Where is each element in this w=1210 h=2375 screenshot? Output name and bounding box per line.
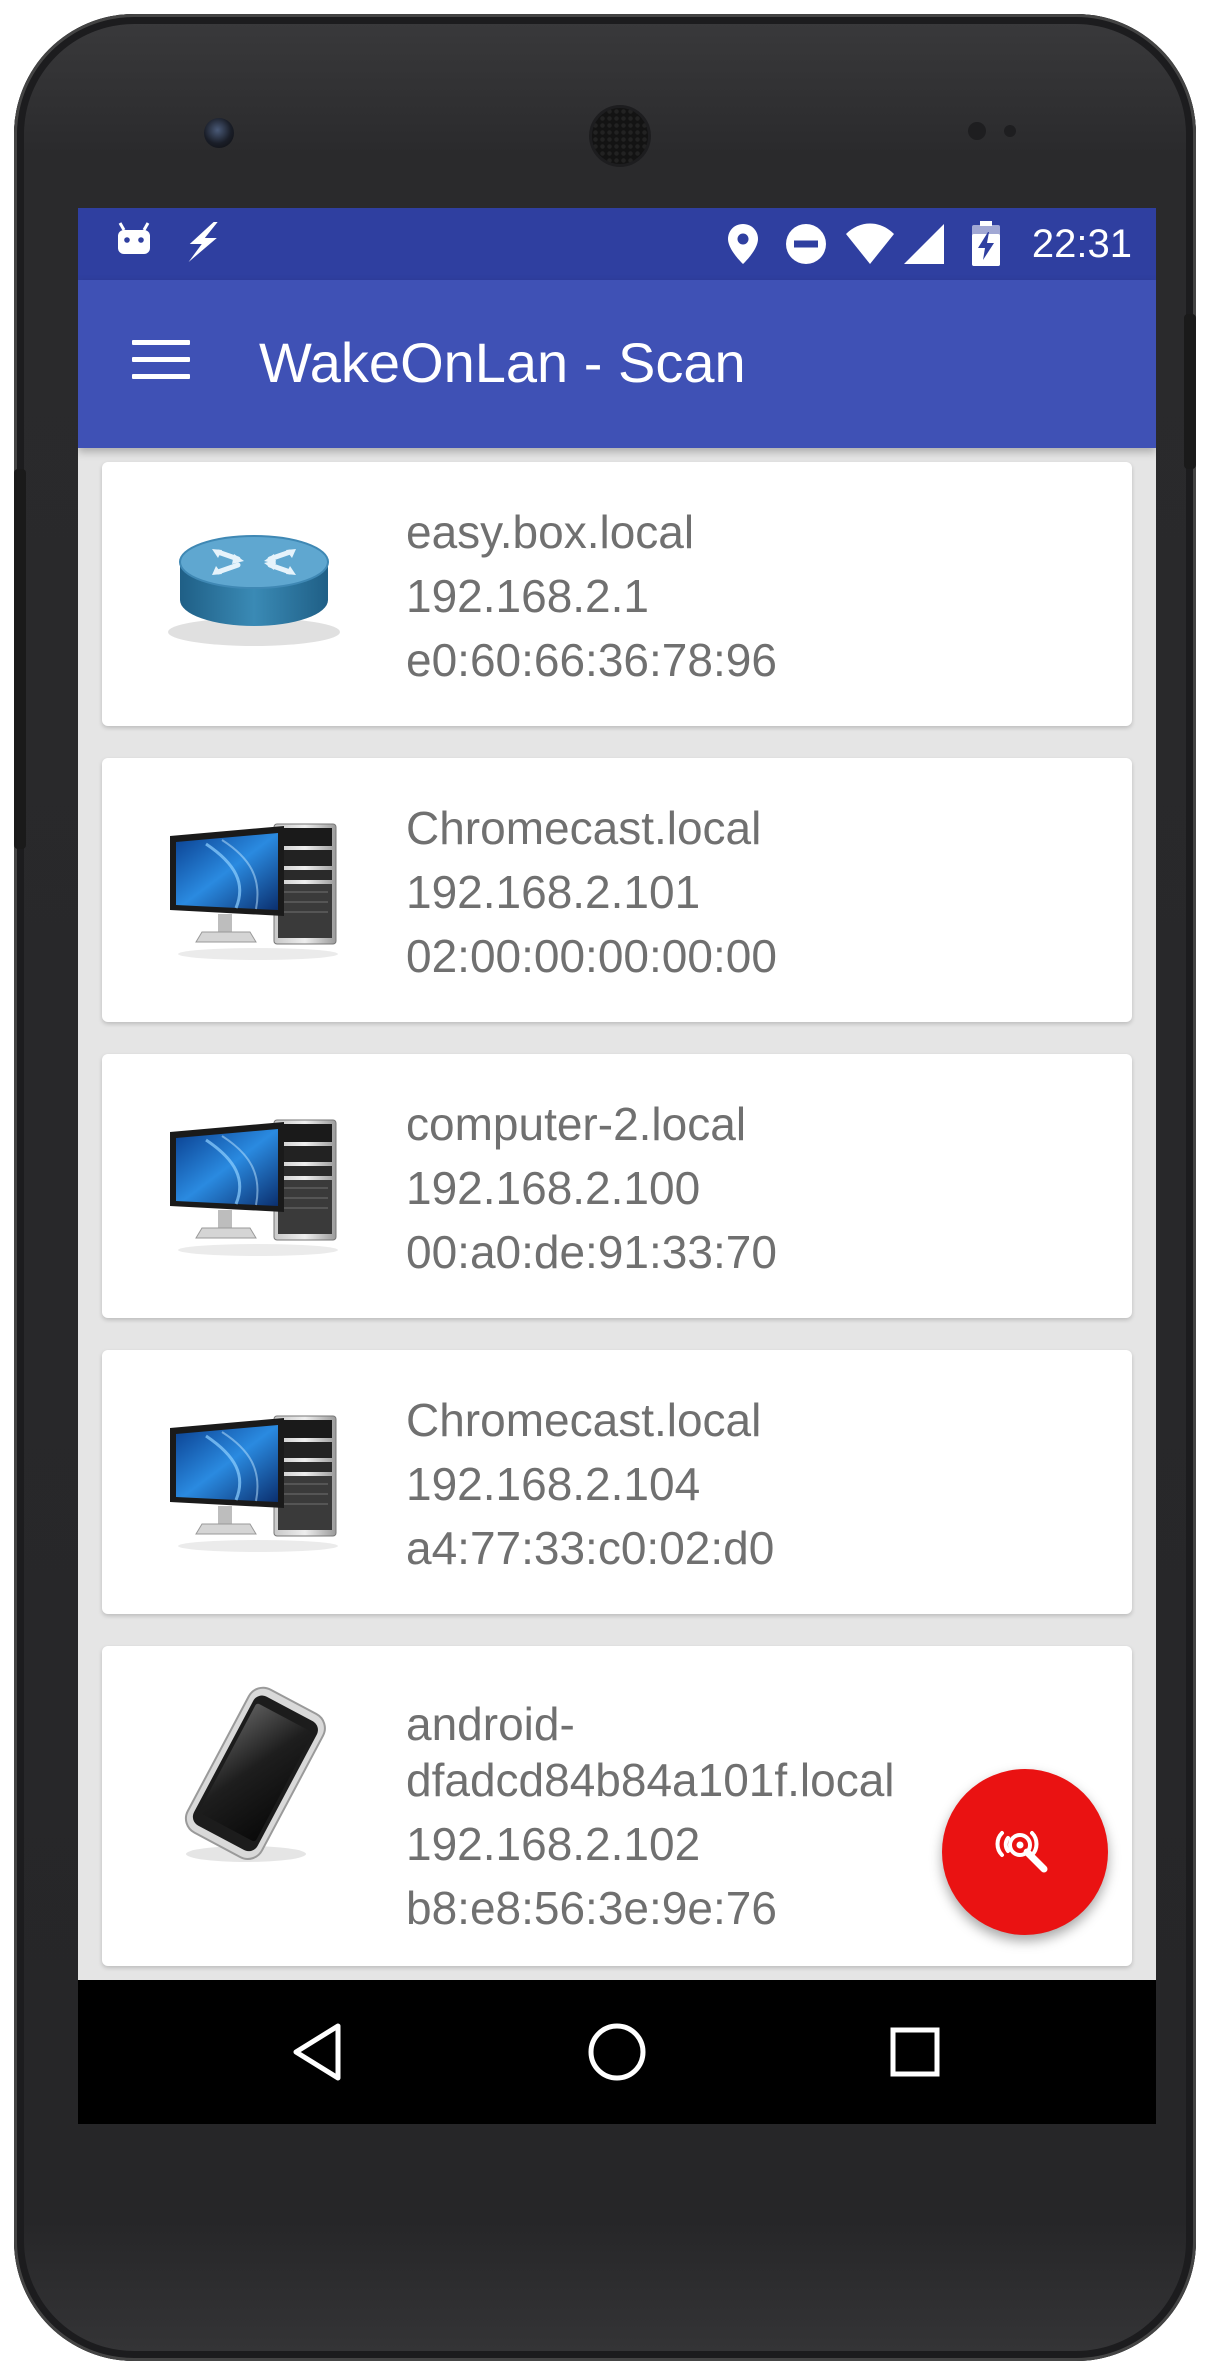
front-camera — [204, 118, 234, 148]
app-title: WakeOnLan - Scan — [259, 331, 746, 394]
light-sensor — [1004, 125, 1016, 137]
computer-icon — [168, 822, 340, 962]
device-card[interactable]: Chromecast.local 192.168.2.104 a4:77:33:… — [102, 1350, 1132, 1614]
earpiece-speaker — [592, 108, 648, 164]
cell-signal-icon — [904, 224, 944, 264]
status-bar: 22:31 — [78, 208, 1156, 280]
power-button — [1184, 314, 1196, 469]
router-icon — [168, 535, 340, 646]
location-icon — [728, 224, 758, 264]
volume-button — [14, 469, 26, 849]
device-name-line2: dfadcd84b84a101f.local — [406, 1754, 895, 1806]
back-icon[interactable] — [288, 2020, 352, 2084]
navigation-bar — [78, 1980, 1156, 2124]
device-card[interactable]: computer-2.local 192.168.2.100 00:a0:de:… — [102, 1054, 1132, 1318]
device-name: easy.box.local — [406, 506, 695, 558]
device-ip: 192.168.2.102 — [406, 1818, 701, 1870]
scan-network-icon — [995, 1831, 1048, 1873]
android-icon — [118, 222, 150, 254]
device-mac: e0:60:66:36:78:96 — [406, 634, 777, 686]
device-name: computer-2.local — [406, 1098, 747, 1150]
computer-icon — [168, 1118, 340, 1258]
battery-charging-icon — [972, 221, 1000, 266]
home-icon[interactable] — [585, 2020, 649, 2084]
device-name-line1: android- — [406, 1698, 575, 1750]
device-name: Chromecast.local — [406, 1394, 762, 1446]
device-ip: 192.168.2.100 — [406, 1162, 701, 1214]
status-time: 22:31 — [1031, 222, 1132, 266]
device-mac: 02:00:00:00:00:00 — [406, 930, 777, 982]
wifi-icon — [846, 223, 894, 264]
device-ip: 192.168.2.1 — [406, 570, 650, 622]
flash-icon — [188, 222, 218, 262]
do-not-disturb-icon — [786, 224, 826, 264]
screen: 22:31 WakeOnLan - Scan easy.box.local 19… — [78, 208, 1156, 2124]
device-name: Chromecast.local — [406, 802, 762, 854]
device-card[interactable]: easy.box.local 192.168.2.1 e0:60:66:36:7… — [102, 462, 1132, 726]
recents-icon[interactable] — [883, 2020, 947, 2084]
menu-icon[interactable] — [132, 340, 190, 380]
device-card[interactable]: Chromecast.local 192.168.2.101 02:00:00:… — [102, 758, 1132, 1022]
device-mac: a4:77:33:c0:02:d0 — [406, 1522, 775, 1574]
phone-frame: 22:31 WakeOnLan - Scan easy.box.local 19… — [14, 14, 1196, 2361]
smartphone-icon — [184, 1686, 326, 1862]
computer-icon — [168, 1414, 340, 1554]
app-bar: WakeOnLan - Scan — [78, 280, 1156, 448]
device-mac: b8:e8:56:3e:9e:76 — [406, 1882, 777, 1934]
device-ip: 192.168.2.104 — [406, 1458, 701, 1510]
scan-fab[interactable] — [942, 1769, 1108, 1935]
proximity-sensor — [968, 122, 986, 140]
device-ip: 192.168.2.101 — [406, 866, 701, 918]
device-mac: 00:a0:de:91:33:70 — [406, 1226, 777, 1278]
